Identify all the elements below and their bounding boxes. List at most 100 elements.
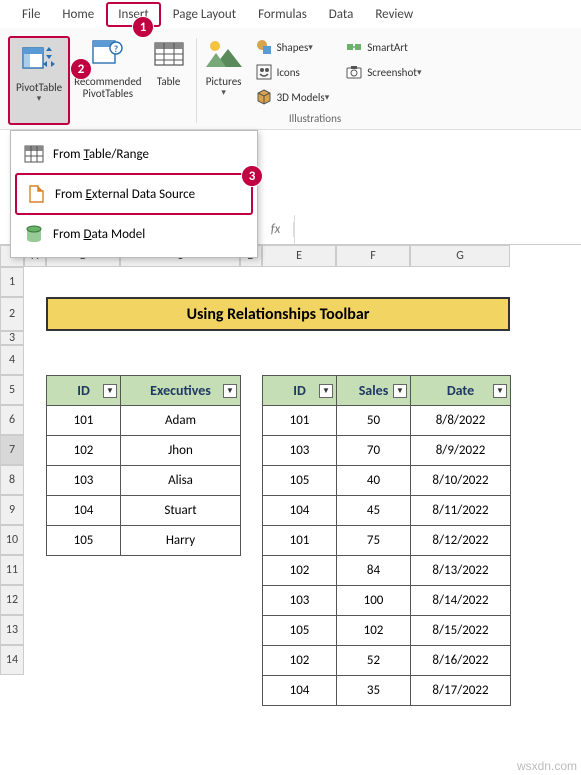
row-11[interactable]: 11 [0, 555, 24, 585]
recommended-pivottables-icon: ? [89, 36, 127, 74]
from-table-range-label: From Table/Range [53, 147, 149, 162]
row-headers: 1 2 3 4 5 6 7 8 9 10 11 12 13 14 [0, 267, 24, 705]
formula-input[interactable] [294, 215, 581, 244]
shapes-icon [255, 38, 273, 56]
callout-3: 3 [241, 165, 263, 187]
row-10[interactable]: 10 [0, 525, 24, 555]
table-label: Table [157, 76, 181, 88]
table-row[interactable]: 105Harry [47, 526, 241, 556]
fx-label[interactable]: fx [264, 222, 294, 237]
table-icon [150, 36, 188, 74]
table-row[interactable]: 103Alisa [47, 466, 241, 496]
tab-formulas[interactable]: Formulas [248, 4, 317, 25]
filter-icon[interactable]: ▼ [493, 384, 507, 398]
3d-models-button[interactable]: 3D Models ▾ [251, 86, 334, 108]
row-4[interactable]: 4 [0, 345, 24, 375]
table-row[interactable]: 104358/17/2022 [263, 676, 511, 706]
row-14[interactable]: 14 [0, 645, 24, 675]
from-external-data-item[interactable]: From External Data Source 3 [15, 173, 253, 215]
chevron-down-icon: ▾ [37, 94, 42, 104]
row-13[interactable]: 13 [0, 615, 24, 645]
pivottable-icon [20, 42, 58, 80]
illustrations-stack-1: Shapes ▾ Icons 3D Models ▾ [247, 32, 338, 112]
recommended-pivottables-button[interactable]: ? Recommended PivotTables [70, 32, 145, 129]
table-row[interactable]: 105408/10/2022 [263, 466, 511, 496]
filter-icon[interactable]: ▼ [319, 384, 333, 398]
recommended-pivottables-label: Recommended PivotTables [74, 76, 141, 100]
table-row[interactable]: 101508/8/2022 [263, 406, 511, 436]
title-cell[interactable]: Using Relationships Toolbar [46, 297, 510, 331]
ribbon: PivotTable ▾ 2 ? Recommended PivotTables… [0, 28, 581, 130]
row-12[interactable]: 12 [0, 585, 24, 615]
illustrations-group: Pictures ▾ Shapes ▾ Icons [201, 32, 430, 129]
illustrations-stack-2: SmartArt Screenshot ▾ [337, 32, 429, 108]
row-1[interactable]: 1 [0, 267, 24, 297]
filter-icon[interactable]: ▼ [393, 384, 407, 398]
ribbon-divider [196, 38, 197, 123]
col-executives[interactable]: Executives▼ [121, 376, 241, 406]
chevron-down-icon: ▾ [417, 67, 422, 78]
col-id2[interactable]: ID▼ [263, 376, 337, 406]
tab-data[interactable]: Data [319, 4, 364, 25]
from-external-data-label: From External Data Source [55, 187, 195, 202]
callout-2: 2 [70, 58, 92, 80]
table-row[interactable]: 102528/16/2022 [263, 646, 511, 676]
shapes-button[interactable]: Shapes ▾ [251, 36, 334, 58]
row-2[interactable]: 2 [0, 297, 24, 331]
row-7[interactable]: 7 [0, 435, 24, 465]
table-row[interactable]: 101Adam [47, 406, 241, 436]
from-table-range-item[interactable]: From Table/Range [15, 135, 253, 173]
table-row[interactable]: 102848/13/2022 [263, 556, 511, 586]
table-row[interactable]: 104Stuart [47, 496, 241, 526]
col-id[interactable]: ID▼ [47, 376, 121, 406]
filter-icon[interactable]: ▼ [223, 384, 237, 398]
icons-icon [255, 63, 273, 81]
data-model-icon [23, 223, 45, 245]
table-row[interactable]: 102Jhon [47, 436, 241, 466]
col-E[interactable]: E [262, 245, 336, 267]
pivottable-button[interactable]: PivotTable ▾ [8, 36, 70, 125]
sheet: 1 2 3 4 5 6 7 8 9 10 11 12 13 14 Using R… [0, 267, 581, 705]
table-row[interactable]: 103708/9/2022 [263, 436, 511, 466]
table-button[interactable]: Table [146, 32, 192, 129]
table-row[interactable]: 101758/12/2022 [263, 526, 511, 556]
from-data-model-item[interactable]: From Data Model [15, 215, 253, 253]
col-date[interactable]: Date▼ [411, 376, 511, 406]
col-F[interactable]: F [336, 245, 410, 267]
filter-icon[interactable]: ▼ [103, 384, 117, 398]
col-sales[interactable]: Sales▼ [337, 376, 411, 406]
table-row[interactable]: 1051028/15/2022 [263, 616, 511, 646]
grid-body[interactable]: Using Relationships Toolbar ID▼ Executiv… [24, 267, 581, 705]
icons-button[interactable]: Icons [251, 61, 334, 83]
pivottable-dropdown: From Table/Range From External Data Sour… [10, 130, 258, 258]
screenshot-label: Screenshot [367, 66, 417, 79]
chevron-down-icon: ▾ [308, 42, 313, 53]
chevron-down-icon: ▾ [325, 92, 330, 103]
from-data-model-label: From Data Model [53, 227, 145, 242]
table-row[interactable]: 1031008/14/2022 [263, 586, 511, 616]
tab-review[interactable]: Review [365, 4, 423, 25]
icons-label: Icons [277, 66, 300, 79]
smartart-button[interactable]: SmartArt [341, 36, 425, 58]
pictures-button[interactable]: Pictures ▾ [201, 32, 247, 102]
tab-page-layout[interactable]: Page Layout [163, 4, 246, 25]
smartart-icon [345, 38, 363, 56]
table-row[interactable]: 104458/11/2022 [263, 496, 511, 526]
table-header-row: ID▼ Sales▼ Date▼ [263, 376, 511, 406]
row-8[interactable]: 8 [0, 465, 24, 495]
row-6[interactable]: 6 [0, 405, 24, 435]
sales-table: ID▼ Sales▼ Date▼ 101508/8/2022 103708/9/… [262, 375, 511, 706]
tab-file[interactable]: File [12, 4, 50, 25]
pictures-icon [205, 36, 243, 74]
illustrations-group-label: Illustrations [289, 112, 341, 129]
3d-models-label: 3D Models [277, 91, 325, 104]
col-G[interactable]: G [410, 245, 510, 267]
3d-models-icon [255, 88, 273, 106]
shapes-label: Shapes [277, 41, 309, 54]
screenshot-button[interactable]: Screenshot ▾ [341, 61, 425, 83]
row-9[interactable]: 9 [0, 495, 24, 525]
row-5[interactable]: 5 [0, 375, 24, 405]
external-data-icon [25, 183, 47, 205]
tab-home[interactable]: Home [52, 4, 104, 25]
row-3[interactable]: 3 [0, 331, 24, 345]
